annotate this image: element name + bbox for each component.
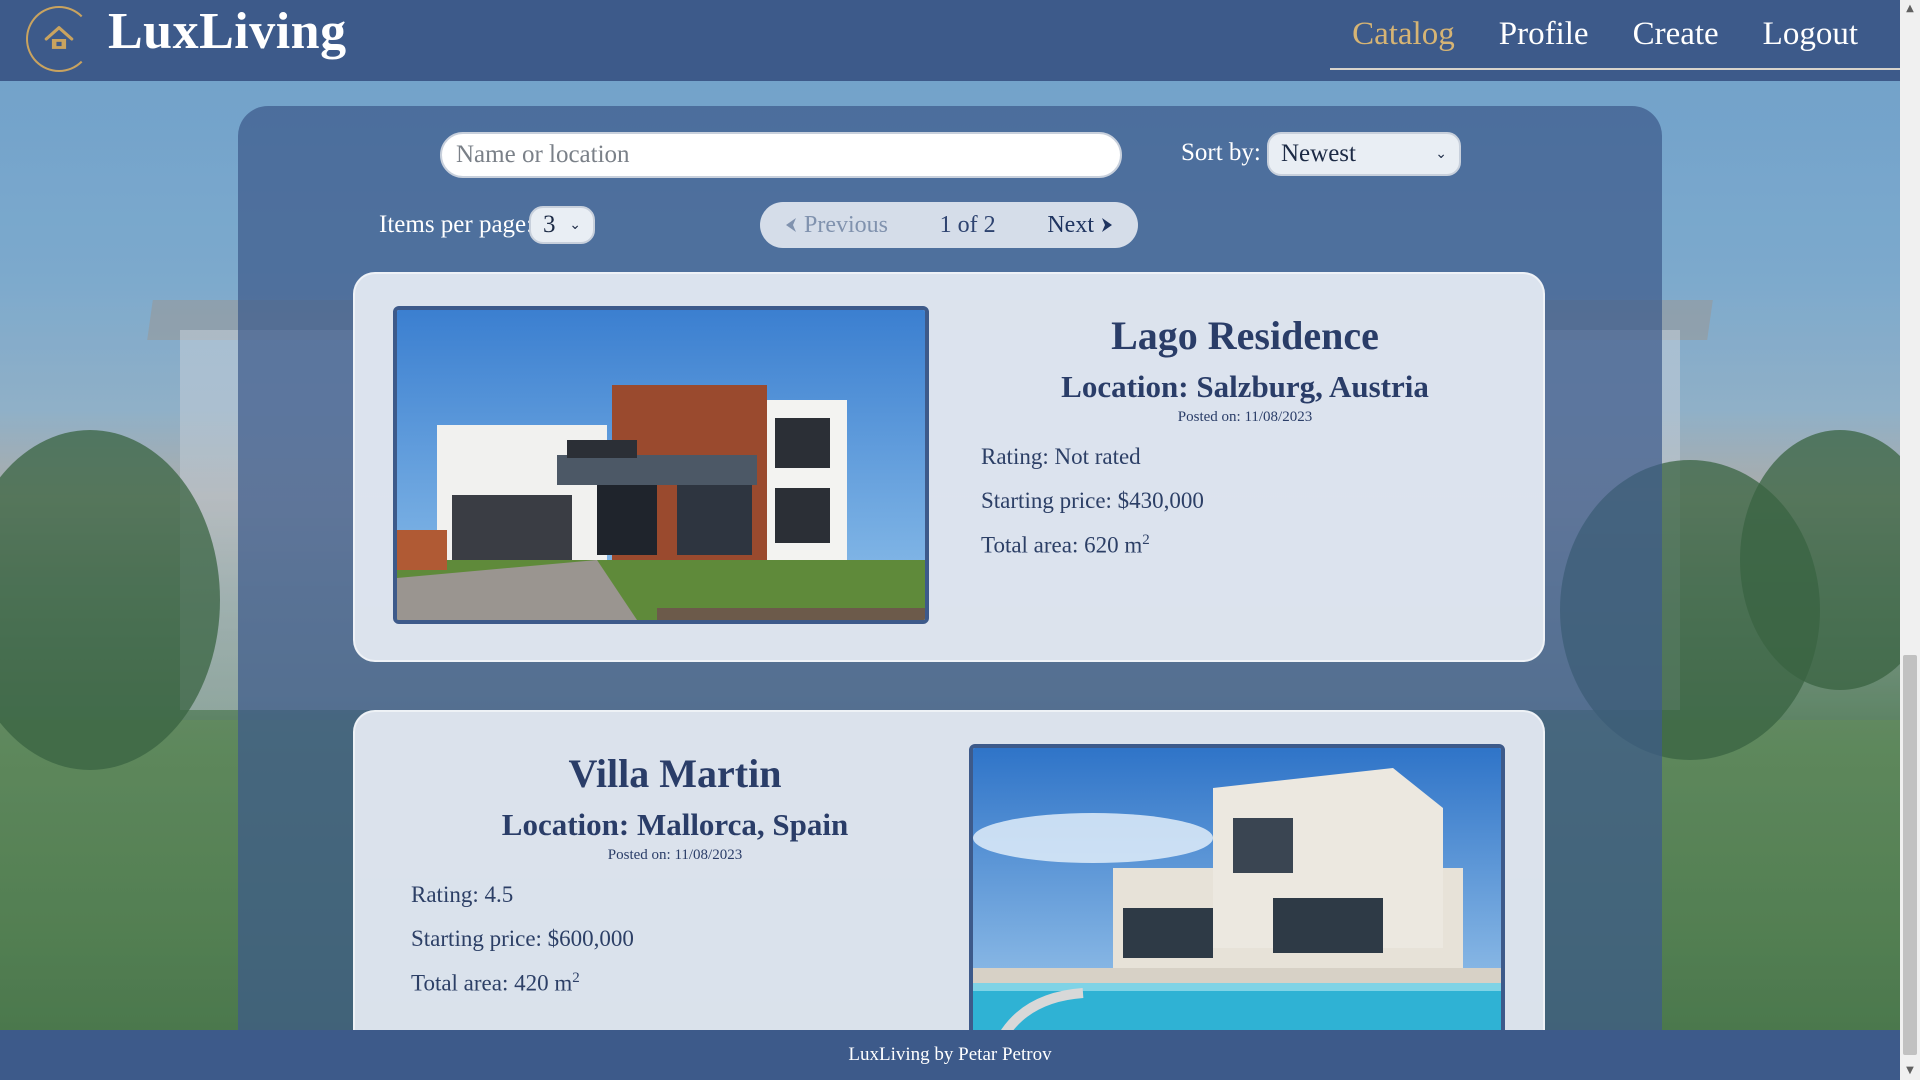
previous-button[interactable]: Previous [784, 212, 888, 239]
items-per-page-select[interactable]: 3 ⌄ [529, 206, 595, 244]
listing-posted-date: Posted on: 11/08/2023 [607, 847, 743, 863]
chevron-left-icon [786, 218, 796, 232]
listing-area: Total area: 420 m2 [395, 970, 955, 997]
scrollbar-thumb[interactable] [1903, 655, 1917, 1055]
top-navbar: LuxLiving Catalog Profile Create Logout [0, 0, 1900, 81]
listing-price: Starting price: $600,000 [411, 926, 634, 951]
footer: LuxLiving by Petar Petrov [0, 1030, 1900, 1080]
items-per-page-value: 3 [543, 211, 556, 238]
listing-card[interactable]: Villa Martin Location: Mallorca, Spain P… [353, 710, 1545, 1080]
sort-select[interactable]: Newest ⌄ [1267, 132, 1461, 176]
house-logo-icon[interactable] [26, 6, 92, 72]
sort-label: Sort by: [1181, 139, 1261, 166]
listing-price: Starting price: $430,000 [981, 488, 1204, 513]
area-exponent: 2 [572, 970, 580, 986]
chevron-down-icon: ⌄ [1435, 146, 1447, 162]
catalog-panel: Sort by: Newest ⌄ Items per page: 3 ⌄ Pr… [238, 106, 1662, 1080]
nav-logout[interactable]: Logout [1763, 16, 1858, 53]
listing-name[interactable]: Lago Residence [965, 312, 1525, 359]
next-label: Next [1047, 211, 1094, 238]
scroll-up-icon[interactable]: ▲ [1900, 0, 1920, 18]
listing-photo[interactable] [969, 744, 1505, 1062]
chevron-right-icon [1102, 218, 1112, 232]
nav-create[interactable]: Create [1633, 16, 1719, 53]
listing-area-text: Total area: 620 m [981, 532, 1143, 558]
listing-info: Lago Residence Location: Salzburg, Austr… [965, 312, 1525, 559]
nav-profile[interactable]: Profile [1499, 16, 1589, 53]
chevron-down-icon: ⌄ [569, 217, 581, 233]
house-icon [44, 26, 74, 49]
sort-selected-value: Newest [1281, 140, 1356, 167]
villa-pool-image [973, 748, 1501, 1058]
listing-rating: Rating: Not rated [981, 444, 1141, 469]
listing-posted-date: Posted on: 11/08/2023 [1177, 409, 1313, 425]
listing-photo[interactable] [393, 306, 929, 624]
listing-card[interactable]: Lago Residence Location: Salzburg, Austr… [353, 272, 1545, 662]
nav-catalog[interactable]: Catalog [1352, 16, 1455, 53]
next-button[interactable]: Next [1047, 212, 1114, 239]
footer-credit: LuxLiving by Petar Petrov [848, 1044, 1052, 1065]
items-per-page-label: Items per page: [379, 211, 534, 238]
listing-area: Total area: 620 m2 [965, 532, 1525, 559]
listing-name[interactable]: Villa Martin [395, 750, 955, 797]
listing-info: Villa Martin Location: Mallorca, Spain P… [395, 750, 955, 997]
listing-location: Location: Mallorca, Spain [501, 807, 849, 842]
area-exponent: 2 [1142, 532, 1150, 548]
pagination: Previous 1 of 2 Next [760, 202, 1138, 248]
modern-house-image [397, 310, 925, 620]
page-indicator: 1 of 2 [939, 211, 996, 238]
listing-location: Location: Salzburg, Austria [1061, 369, 1429, 404]
listing-area-text: Total area: 420 m [411, 970, 573, 996]
scroll-down-icon[interactable]: ▼ [1900, 1062, 1920, 1080]
search-input[interactable] [440, 132, 1122, 178]
previous-label: Previous [804, 211, 888, 238]
page-scrollbar[interactable]: ▲ ▼ [1900, 0, 1920, 1080]
listing-rating: Rating: 4.5 [411, 882, 514, 907]
brand-name[interactable]: LuxLiving [108, 2, 347, 61]
main-nav: Catalog Profile Create Logout [1330, 0, 1900, 70]
